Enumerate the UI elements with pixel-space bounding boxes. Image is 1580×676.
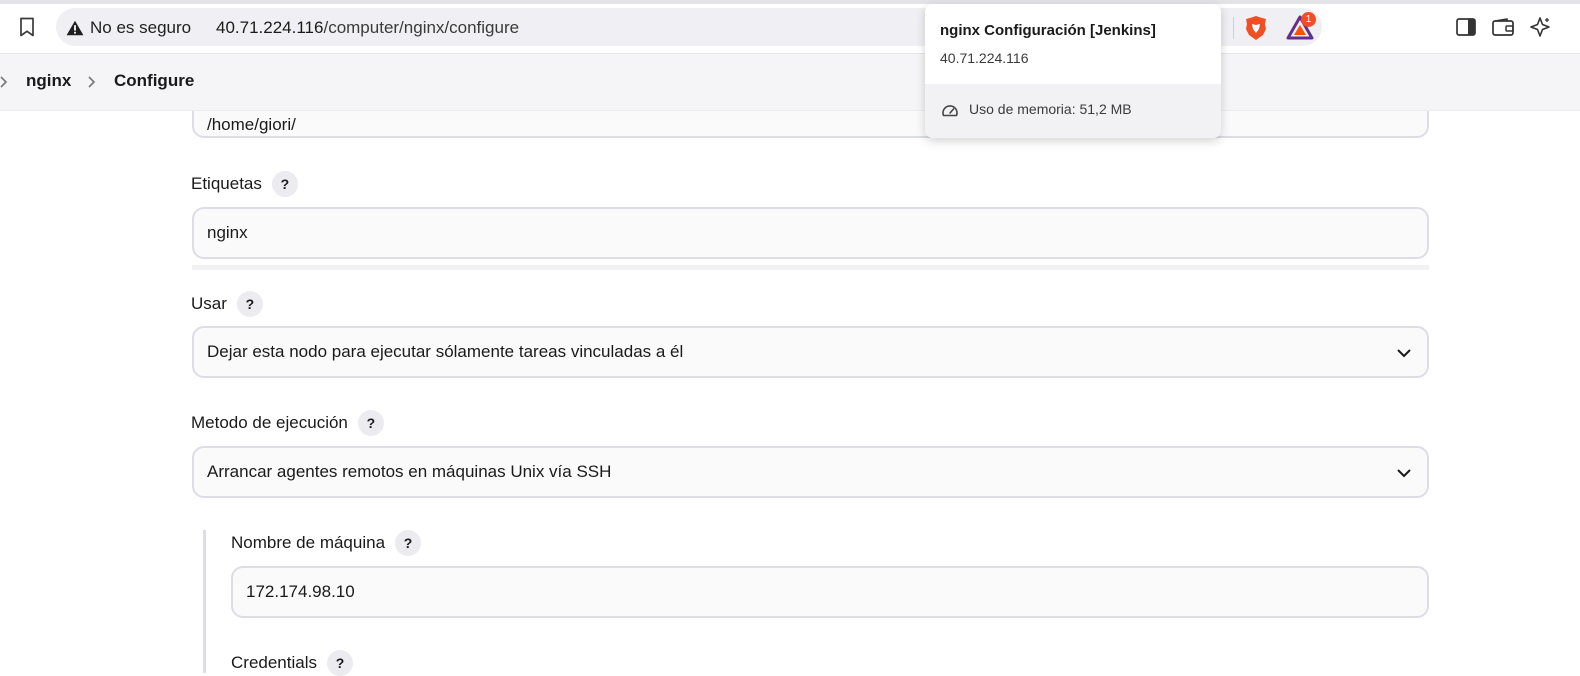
host-input[interactable]: 172.174.98.10 (231, 566, 1429, 618)
usage-field-label: Usar ? (191, 291, 263, 317)
chevron-down-icon (1397, 349, 1411, 358)
chevron-right-icon (88, 76, 96, 88)
tab-hover-card: nginx Configuración [Jenkins] 40.71.224.… (925, 4, 1221, 138)
labels-input[interactable]: nginx (192, 207, 1429, 259)
launch-method-label-text: Metodo de ejecución (191, 413, 348, 432)
wallet-button[interactable] (1490, 14, 1516, 40)
gauge-icon (942, 105, 958, 117)
url-host: 40.71.224.116 (216, 18, 324, 37)
host-label-text: Nombre de máquina (231, 533, 386, 552)
bookmark-button[interactable] (14, 14, 40, 40)
chevron-down-icon (1397, 469, 1411, 478)
usage-selected-value: Dejar esta nodo para ejecutar sólamente … (207, 342, 684, 361)
rewards-badge: 1 (1301, 12, 1316, 27)
chevron-right-icon (0, 76, 8, 88)
leo-ai-button[interactable] (1527, 14, 1553, 40)
host-value: 172.174.98.10 (246, 582, 355, 601)
help-icon[interactable]: ? (357, 410, 384, 436)
sidebar-icon (1456, 18, 1476, 36)
usage-select[interactable]: Dejar esta nodo para ejecutar sólamente … (192, 326, 1429, 378)
breadcrumb-item-configure[interactable]: Configure (114, 71, 194, 91)
toolbar-separator (1233, 17, 1234, 39)
security-label: No es seguro (90, 18, 192, 37)
warning-icon (66, 20, 84, 36)
nested-section-bar (203, 530, 206, 673)
help-icon[interactable]: ? (271, 171, 298, 197)
url-path: /computer/nginx/configure (323, 18, 520, 37)
brave-shields-icon[interactable] (1244, 15, 1268, 41)
credentials-field-label: Credentials ? (231, 650, 353, 676)
security-indicator[interactable]: No es seguro (66, 16, 191, 40)
usage-label-text: Usar (191, 294, 227, 313)
hover-card-title: nginx Configuración [Jenkins] (940, 22, 1156, 39)
bookmark-icon (20, 17, 34, 37)
sidebar-button[interactable] (1453, 14, 1479, 40)
leo-ai-icon (1530, 17, 1550, 37)
launch-method-select[interactable]: Arrancar agentes remotos en máquinas Uni… (192, 446, 1429, 498)
wallet-icon (1492, 18, 1514, 36)
memory-usage-text: Uso de memoria: 51,2 MB (969, 101, 1132, 117)
help-icon[interactable]: ? (327, 650, 353, 676)
help-icon[interactable]: ? (395, 530, 422, 556)
breadcrumb: nginx Configure (0, 54, 1580, 110)
field-divider (192, 265, 1429, 270)
launch-method-field-label: Metodo de ejecución ? (191, 410, 384, 436)
labels-value: nginx (207, 223, 248, 242)
labels-field-label: Etiquetas ? (191, 171, 298, 197)
hover-card-host: 40.71.224.116 (940, 50, 1029, 66)
launch-method-selected-value: Arrancar agentes remotos en máquinas Uni… (207, 462, 612, 481)
breadcrumb-item-nginx[interactable]: nginx (26, 71, 71, 91)
hover-card-memory-row: Uso de memoria: 51,2 MB (925, 84, 1221, 138)
host-field-label: Nombre de máquina ? (231, 530, 422, 556)
url-text[interactable]: 40.71.224.116/computer/nginx/configure (216, 16, 519, 40)
credentials-label-text: Credentials (231, 653, 317, 672)
help-icon[interactable]: ? (236, 291, 263, 317)
labels-label-text: Etiquetas (191, 174, 262, 193)
